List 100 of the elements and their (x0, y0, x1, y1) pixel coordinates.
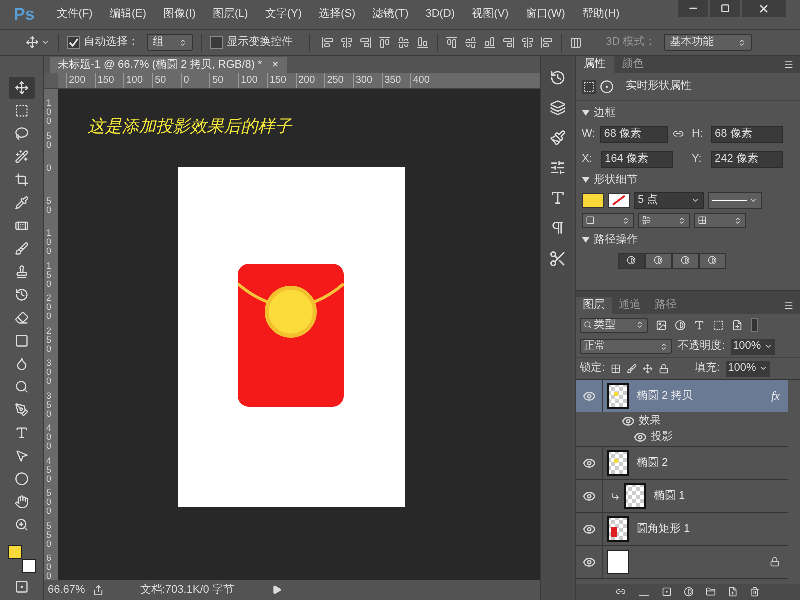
blend-mode-dropdown[interactable]: 正常 (580, 339, 672, 354)
line-style-dropdown[interactable] (708, 192, 762, 209)
path-operation-button[interactable] (672, 252, 699, 268)
menu-item[interactable]: 窗口(W) (526, 6, 566, 23)
sliders-icon[interactable] (550, 160, 566, 176)
distribute-icon[interactable] (503, 36, 515, 48)
input-field[interactable]: 68 像素 (711, 126, 783, 142)
type-filter-icon[interactable] (694, 320, 705, 330)
lock-position-icon[interactable] (643, 364, 654, 374)
document-tab[interactable]: 未标题-1 @ 66.7% (椭圆 2 拷贝, RGB/8) * × (50, 57, 287, 73)
pilcrow-icon[interactable] (550, 220, 566, 236)
filter-toggle[interactable] (751, 318, 758, 332)
quick-mask-icon[interactable] (14, 580, 28, 594)
adjustment-icon[interactable] (684, 587, 694, 597)
menu-item[interactable]: 文件(F) (56, 6, 93, 23)
opacity-field[interactable]: 100% (731, 338, 776, 354)
checkbox[interactable] (210, 36, 223, 49)
move-tool-icon[interactable] (26, 36, 39, 49)
history-icon[interactable] (550, 70, 566, 86)
distribute-icon[interactable] (484, 36, 496, 48)
foreground-color-swatch[interactable] (8, 545, 22, 559)
fill-swatch[interactable] (582, 193, 604, 208)
eye-icon[interactable] (582, 456, 596, 470)
mask-icon[interactable] (600, 80, 614, 94)
input-field[interactable]: 164 像素 (601, 150, 673, 168)
align-icon[interactable] (398, 36, 410, 48)
layer-row[interactable]: 椭圆 2 拷贝 fx (576, 380, 788, 412)
eye-icon[interactable] (582, 522, 596, 536)
distribute-icon[interactable] (541, 36, 553, 48)
distribute-icon[interactable] (465, 36, 477, 48)
eye-icon[interactable] (582, 390, 596, 402)
panel-tab[interactable]: 属性 (576, 56, 614, 73)
columns-icon[interactable] (570, 36, 582, 48)
panel-tab[interactable]: 通道 (612, 297, 648, 314)
document-filter-icon[interactable] (732, 320, 743, 330)
panel-menu-icon[interactable] (784, 301, 794, 311)
checkbox[interactable] (67, 36, 80, 49)
align-icon[interactable] (360, 36, 372, 48)
input-field[interactable]: 242 像素 (711, 150, 783, 168)
background-color-swatch[interactable] (22, 559, 36, 573)
share-icon[interactable] (93, 584, 104, 596)
align-icon[interactable] (417, 36, 429, 48)
minimize-button[interactable] (678, 0, 708, 17)
eye-icon[interactable] (582, 490, 596, 502)
panel-tab[interactable]: 图层 (576, 297, 612, 314)
shape-icon[interactable] (582, 80, 596, 94)
link-icon[interactable] (672, 128, 684, 140)
stroke-width-field[interactable]: 5 点 (634, 192, 704, 209)
lock-pixels-icon[interactable] (611, 364, 622, 374)
caret-icon[interactable] (582, 109, 590, 118)
adjustment-filter-icon[interactable] (675, 320, 686, 330)
menu-item[interactable]: 视图(V) (472, 6, 509, 23)
eye-icon[interactable] (622, 414, 635, 428)
type-icon[interactable] (550, 190, 566, 206)
folder-icon[interactable] (706, 587, 716, 597)
shape-filter-icon[interactable] (713, 320, 724, 330)
stroke-option-dropdown[interactable] (638, 213, 690, 228)
eye-icon[interactable] (634, 430, 647, 444)
panel-tab[interactable]: 颜色 (614, 56, 652, 73)
align-icon[interactable] (379, 36, 391, 48)
workspace-dropdown[interactable]: 基本功能 (664, 34, 752, 51)
chevron-down-icon[interactable] (41, 38, 50, 47)
lock-icon[interactable] (659, 364, 670, 374)
eye-icon[interactable] (582, 556, 596, 568)
new-layer-icon[interactable] (728, 587, 738, 597)
tab-close-button[interactable]: × (272, 56, 279, 74)
menu-item[interactable]: 图像(I) (164, 6, 196, 23)
panel-tab[interactable]: 路径 (648, 297, 684, 314)
menu-item[interactable]: 文字(Y) (265, 6, 302, 23)
panel-menu-icon[interactable] (784, 60, 794, 70)
distribute-icon[interactable] (522, 36, 534, 48)
stroke-option-dropdown[interactable] (582, 213, 634, 228)
link-icon[interactable] (616, 587, 626, 597)
move-icon[interactable] (8, 76, 34, 98)
image-filter-icon[interactable] (656, 320, 667, 330)
menu-item[interactable]: 编辑(E) (110, 6, 147, 23)
align-icon[interactable] (322, 36, 334, 48)
menu-item[interactable]: 帮助(H) (582, 6, 620, 23)
brush-icon[interactable] (550, 130, 566, 146)
stroke-swatch[interactable] (608, 193, 630, 208)
scissors-icon[interactable] (549, 250, 567, 268)
path-operation-button[interactable] (699, 252, 726, 268)
caret-icon[interactable] (582, 176, 590, 184)
fill-field[interactable]: 100% (726, 360, 770, 376)
caret-icon[interactable] (582, 236, 590, 244)
layers-icon[interactable] (550, 100, 566, 116)
auto-select-dropdown[interactable]: 组 (147, 34, 193, 51)
align-icon[interactable] (341, 36, 353, 48)
path-operation-button[interactable] (645, 252, 672, 268)
close-button[interactable] (742, 0, 786, 17)
input-field[interactable]: 68 像素 (600, 126, 668, 142)
mask-icon[interactable] (662, 587, 672, 597)
trash-icon[interactable] (750, 587, 760, 597)
path-operation-button[interactable] (618, 252, 645, 268)
play-icon[interactable] (272, 585, 282, 595)
lock-brush-icon[interactable] (627, 364, 638, 374)
layer-filter-dropdown[interactable]: 类型 (580, 318, 648, 332)
menu-item[interactable]: 滤镜(T) (372, 6, 409, 23)
menu-item[interactable]: 图层(L) (212, 6, 248, 23)
menu-item[interactable]: 3D(D) (426, 6, 456, 23)
